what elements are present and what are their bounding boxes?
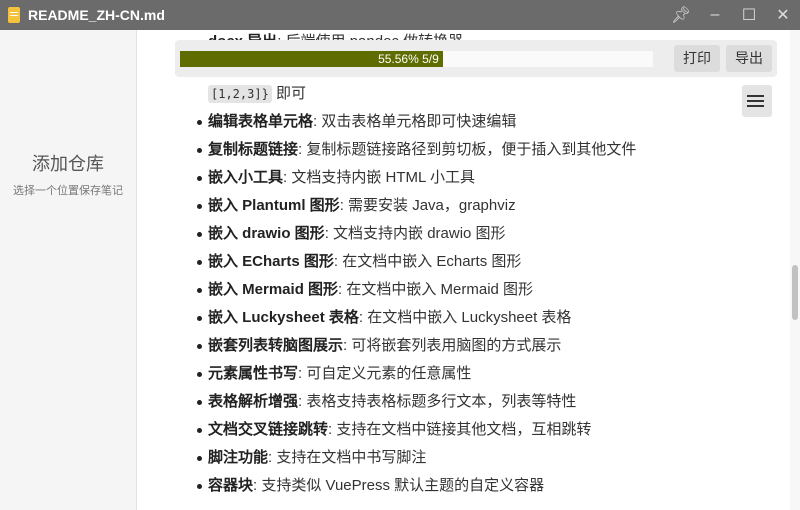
item-title: 文档交叉链接跳转 [208, 421, 329, 438]
scrollbar-thumb[interactable] [792, 265, 798, 320]
item-title: 嵌入 Plantuml 图形 [208, 197, 340, 214]
list-item: 复制标题链接: 复制标题链接路径到剪切板，便于插入到其他文件 [196, 136, 637, 164]
pin-icon[interactable]: 📌︎ [664, 0, 698, 30]
item-title: 嵌入 ECharts 图形 [208, 253, 334, 270]
item-desc: : 文档支持内嵌 HTML 小工具 [283, 169, 475, 186]
list-icon [750, 95, 764, 97]
title-bar: README_ZH-CN.md 📌︎ – ☐ ✕ [0, 0, 800, 30]
item-desc: : 表格支持表格标题多行文本，列表等特性 [298, 393, 577, 410]
list-icon-line [750, 100, 764, 102]
print-button[interactable]: 打印 [674, 45, 720, 72]
item-title: 嵌入小工具 [208, 169, 284, 186]
list-icon-line [750, 105, 764, 107]
item-desc: : 支持在文档中链接其他文档，互相跳转 [328, 421, 592, 438]
item-title: 嵌入 drawio 图形 [208, 225, 325, 242]
scrollbar[interactable] [790, 30, 800, 510]
window-title: README_ZH-CN.md [28, 7, 165, 23]
list-item: 嵌入 Plantuml 图形: 需要安装 Java，graphviz [197, 192, 516, 220]
item-title: 编辑表格单元格 [208, 113, 314, 130]
item-desc: : 在文档中嵌入 Luckysheet 表格 [358, 309, 572, 326]
list-item: 容器块: 支持类似 VuePress 默认主题的自定义容器 [196, 472, 545, 500]
progress-fill: 55.56% 5/9 [180, 51, 443, 67]
list-item: 嵌入 Luckysheet 表格: 在文档中嵌入 Luckysheet 表格 [196, 304, 572, 332]
item-desc: : 复制标题链接路径到剪切板，便于插入到其他文件 [298, 141, 637, 158]
app-logo-icon [8, 7, 20, 23]
item-desc: : 双击表格单元格即可快速编辑 [313, 113, 517, 130]
list-item: 嵌入 Mermaid 图形: 在文档中嵌入 Mermaid 图形 [196, 276, 534, 304]
inline-code: [1,2,3]} [208, 85, 272, 103]
item-title: 元素属性书写 [208, 365, 299, 382]
add-repository-hint: 选择一个位置保存笔记 [13, 185, 123, 197]
item-title: 嵌入 Mermaid 图形 [208, 281, 339, 298]
item-desc: : 可自定义元素的任意属性 [298, 365, 472, 382]
item-title: 脚注功能 [208, 449, 269, 466]
progress-label: 55.56% 5/9 [378, 52, 439, 66]
close-button[interactable]: ✕ [766, 0, 800, 30]
item-desc: : 文档支持内嵌 drawio 图形 [324, 225, 506, 242]
list-item: 脚注功能: 支持在文档中书写脚注 [196, 444, 427, 472]
list-item: 表格解析增强: 表格支持表格标题多行文本，列表等特性 [196, 388, 577, 416]
item-desc: 即可 [275, 85, 306, 102]
add-repository-link[interactable]: 添加仓库 [0, 150, 136, 176]
export-progress-bar: 55.56% 5/9 [180, 51, 653, 67]
toc-button[interactable] [742, 85, 772, 117]
list-item: 嵌入 ECharts 图形: 在文档中嵌入 Echarts 图形 [196, 248, 522, 276]
list-item: 元素属性书写: 可自定义元素的任意属性 [196, 360, 472, 388]
item-title: 容器块 [208, 477, 254, 494]
item-desc: : 可将嵌套列表用脑图的方式展示 [343, 337, 562, 354]
item-desc: : 支持在文档中书写脚注 [268, 449, 427, 466]
item-title: 表格解析增强 [208, 393, 299, 410]
list-item: 嵌入小工具: 文档支持内嵌 HTML 小工具 [197, 164, 475, 192]
list-item: 嵌入 drawio 图形: 文档支持内嵌 drawio 图形 [197, 220, 506, 248]
export-toolbar: 55.56% 5/9 打印 导出 [175, 40, 777, 77]
document-content: docx 导出: 后端使用 pandoc 做转换器 [1,2,3]} 即可 编辑… [138, 30, 790, 510]
code-continuation: [1,2,3]} 即可 [208, 80, 306, 108]
list-item: 文档交叉链接跳转: 支持在文档中链接其他文档，互相跳转 [196, 416, 592, 444]
export-button[interactable]: 导出 [726, 45, 772, 72]
item-desc: : 在文档中嵌入 Echarts 图形 [333, 253, 522, 270]
minimize-button[interactable]: – [698, 0, 732, 30]
sidebar: 添加仓库 选择一个位置保存笔记 [0, 30, 137, 510]
item-title: 嵌套列表转脑图展示 [208, 337, 344, 354]
item-desc: : 需要安装 Java，graphviz [339, 197, 516, 214]
item-title: 复制标题链接 [208, 141, 299, 158]
item-title: 嵌入 Luckysheet 表格 [208, 309, 359, 326]
maximize-button[interactable]: ☐ [732, 0, 766, 30]
item-desc: : 在文档中嵌入 Mermaid 图形 [338, 281, 534, 298]
list-item: 嵌套列表转脑图展示: 可将嵌套列表用脑图的方式展示 [196, 332, 562, 360]
item-desc: : 支持类似 VuePress 默认主题的自定义容器 [253, 477, 545, 494]
list-item: 编辑表格单元格: 双击表格单元格即可快速编辑 [196, 108, 517, 136]
